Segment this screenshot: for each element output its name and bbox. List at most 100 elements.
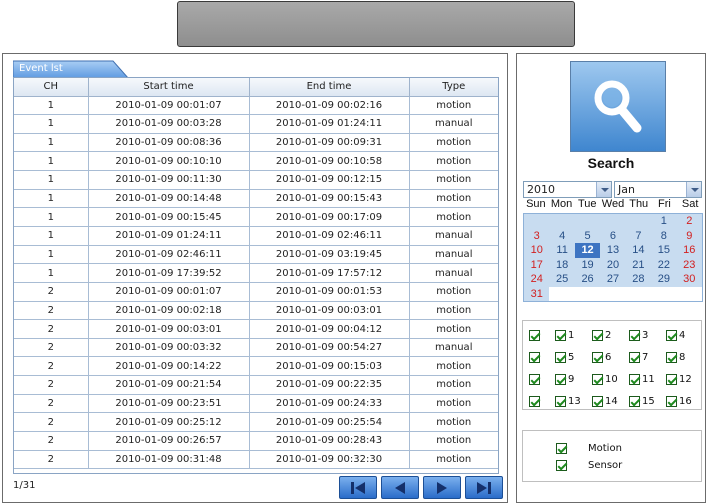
calendar-day[interactable]: 31 [524, 287, 549, 302]
calendar-day[interactable]: 2 [677, 214, 702, 229]
calendar-day[interactable]: 7 [626, 229, 651, 244]
next-page-button[interactable] [423, 476, 461, 499]
channel-checkbox-12[interactable]: 12 [666, 372, 692, 386]
select-all-row-2[interactable] [529, 350, 540, 364]
column-header-start-time[interactable]: Start time [88, 78, 250, 97]
table-row[interactable]: 1 2010-01-09 00:14:48 2010-01-09 00:15:43 m… [14, 189, 498, 209]
table-row[interactable]: 2 2010-01-09 00:23:51 2010-01-09 00:24:33 m… [14, 394, 498, 414]
table-row[interactable]: 2 2010-01-09 00:21:54 2010-01-09 00:22:35 m… [14, 375, 498, 395]
channel-checkbox-6[interactable]: 6 [592, 350, 611, 364]
checkbox-checked-icon[interactable] [592, 373, 603, 385]
channel-checkbox-13[interactable]: 13 [555, 394, 581, 408]
column-header-ch[interactable]: CH [14, 78, 89, 97]
table-row[interactable]: 1 2010-01-09 00:11:30 2010-01-09 00:12:15 m… [14, 170, 498, 190]
table-row[interactable]: 2 2010-01-09 00:31:48 2010-01-09 00:32:30 m… [14, 450, 498, 470]
table-row[interactable]: 2 2010-01-09 00:14:22 2010-01-09 00:15:03 m… [14, 356, 498, 377]
channel-checkbox-5[interactable]: 5 [555, 350, 574, 364]
calendar-day[interactable]: 11 [549, 243, 574, 258]
column-header-end-time[interactable]: End time [249, 78, 410, 97]
channel-checkbox-4[interactable]: 4 [666, 328, 685, 342]
calendar-day[interactable]: 20 [600, 258, 625, 273]
checkbox-checked-icon[interactable] [592, 395, 603, 407]
channel-checkbox-7[interactable]: 7 [629, 350, 648, 364]
event-type-sensor[interactable]: Sensor [556, 458, 622, 472]
calendar-day[interactable]: 10 [524, 243, 549, 258]
calendar-day[interactable]: 8 [651, 229, 676, 244]
channel-checkbox-15[interactable]: 15 [629, 394, 655, 408]
calendar-day[interactable]: 16 [677, 243, 702, 258]
calendar-day[interactable]: 25 [549, 272, 574, 287]
first-page-button[interactable] [339, 476, 377, 499]
table-row[interactable]: 2 2010-01-09 00:03:32 2010-01-09 00:54:27 m… [14, 338, 498, 358]
checkbox-checked-icon[interactable] [666, 373, 677, 385]
calendar-day[interactable]: 18 [549, 258, 574, 273]
checkbox-checked-icon[interactable] [629, 351, 640, 363]
select-all-row-1[interactable] [529, 328, 540, 342]
table-row[interactable]: 1 2010-01-09 00:15:45 2010-01-09 00:17:09 m… [14, 207, 498, 227]
tab-event-list[interactable]: Event lst [13, 59, 131, 79]
calendar-day[interactable]: 6 [600, 229, 625, 244]
calendar-day[interactable]: 24 [524, 272, 549, 287]
calendar-day-selected[interactable]: 12 [574, 243, 601, 258]
calendar-day[interactable]: 29 [651, 272, 676, 287]
checkbox-checked-icon[interactable] [629, 395, 640, 407]
channel-checkbox-1[interactable]: 1 [555, 328, 574, 342]
checkbox-checked-icon[interactable] [555, 329, 566, 341]
calendar-day[interactable]: 14 [626, 243, 651, 258]
channel-checkbox-16[interactable]: 16 [666, 394, 692, 408]
last-page-button[interactable] [465, 476, 503, 499]
select-all-row-3[interactable] [529, 372, 540, 386]
calendar-day[interactable]: 23 [677, 258, 702, 273]
calendar-day[interactable]: 15 [651, 243, 676, 258]
table-row[interactable]: 2 2010-01-09 00:25:12 2010-01-09 00:25:54 m… [14, 412, 498, 433]
calendar-day[interactable]: 27 [600, 272, 625, 287]
checkbox-checked-icon[interactable] [555, 351, 566, 363]
row-toggle-checkbox[interactable] [529, 373, 540, 385]
calendar-day[interactable]: 22 [651, 258, 676, 273]
channel-checkbox-11[interactable]: 11 [629, 372, 655, 386]
prev-page-button[interactable] [381, 476, 419, 499]
checkbox-checked-icon[interactable] [592, 351, 603, 363]
calendar-day[interactable]: 30 [677, 272, 702, 287]
calendar-day[interactable]: 5 [575, 229, 600, 244]
checkbox-checked-icon[interactable] [555, 395, 566, 407]
checkbox-checked-icon[interactable] [629, 329, 640, 341]
channel-checkbox-10[interactable]: 10 [592, 372, 618, 386]
checkbox-checked-icon[interactable] [592, 329, 603, 341]
calendar-day[interactable]: 4 [549, 229, 574, 244]
table-row[interactable]: 1 2010-01-09 17:39:52 2010-01-09 17:57:12 m… [14, 263, 498, 283]
calendar-day[interactable]: 9 [677, 229, 702, 244]
checkbox-checked-icon[interactable] [556, 459, 567, 471]
checkbox-checked-icon[interactable] [666, 351, 677, 363]
column-header-type[interactable]: Type [409, 78, 498, 97]
checkbox-checked-icon[interactable] [666, 395, 677, 407]
year-select[interactable]: 2010 [523, 181, 612, 198]
select-all-row-4[interactable] [529, 394, 540, 408]
calendar-day[interactable]: 13 [600, 243, 625, 258]
table-row[interactable]: 2 2010-01-09 00:02:18 2010-01-09 00:03:01 m… [14, 301, 498, 321]
calendar-day[interactable]: 1 [651, 214, 676, 229]
table-row[interactable]: 2 2010-01-09 00:26:57 2010-01-09 00:28:43 m… [14, 431, 498, 451]
checkbox-checked-icon[interactable] [629, 373, 640, 385]
month-select[interactable]: Jan [614, 181, 702, 198]
row-toggle-checkbox[interactable] [529, 351, 540, 363]
channel-checkbox-14[interactable]: 14 [592, 394, 618, 408]
checkbox-checked-icon[interactable] [556, 442, 567, 454]
table-row[interactable]: 1 2010-01-09 01:24:11 2010-01-09 02:46:11 m… [14, 226, 498, 246]
channel-checkbox-8[interactable]: 8 [666, 350, 685, 364]
row-toggle-checkbox[interactable] [529, 395, 540, 407]
calendar-day[interactable]: 17 [524, 258, 549, 273]
calendar-day[interactable]: 28 [626, 272, 651, 287]
search-button[interactable] [570, 61, 666, 152]
channel-checkbox-2[interactable]: 2 [592, 328, 611, 342]
table-row[interactable]: 1 2010-01-09 00:03:28 2010-01-09 01:24:11 m… [14, 114, 498, 134]
table-row[interactable]: 1 2010-01-09 00:08:36 2010-01-09 00:09:31 m… [14, 133, 498, 153]
calendar-day[interactable]: 19 [575, 258, 600, 273]
table-row[interactable]: 2 2010-01-09 00:03:01 2010-01-09 00:04:12 m… [14, 319, 498, 339]
channel-checkbox-3[interactable]: 3 [629, 328, 648, 342]
table-row[interactable]: 1 2010-01-09 02:46:11 2010-01-09 03:19:45 m… [14, 245, 498, 265]
calendar-day[interactable]: 3 [524, 229, 549, 244]
calendar-day[interactable]: 26 [575, 272, 600, 287]
checkbox-checked-icon[interactable] [555, 373, 566, 385]
channel-checkbox-9[interactable]: 9 [555, 372, 574, 386]
